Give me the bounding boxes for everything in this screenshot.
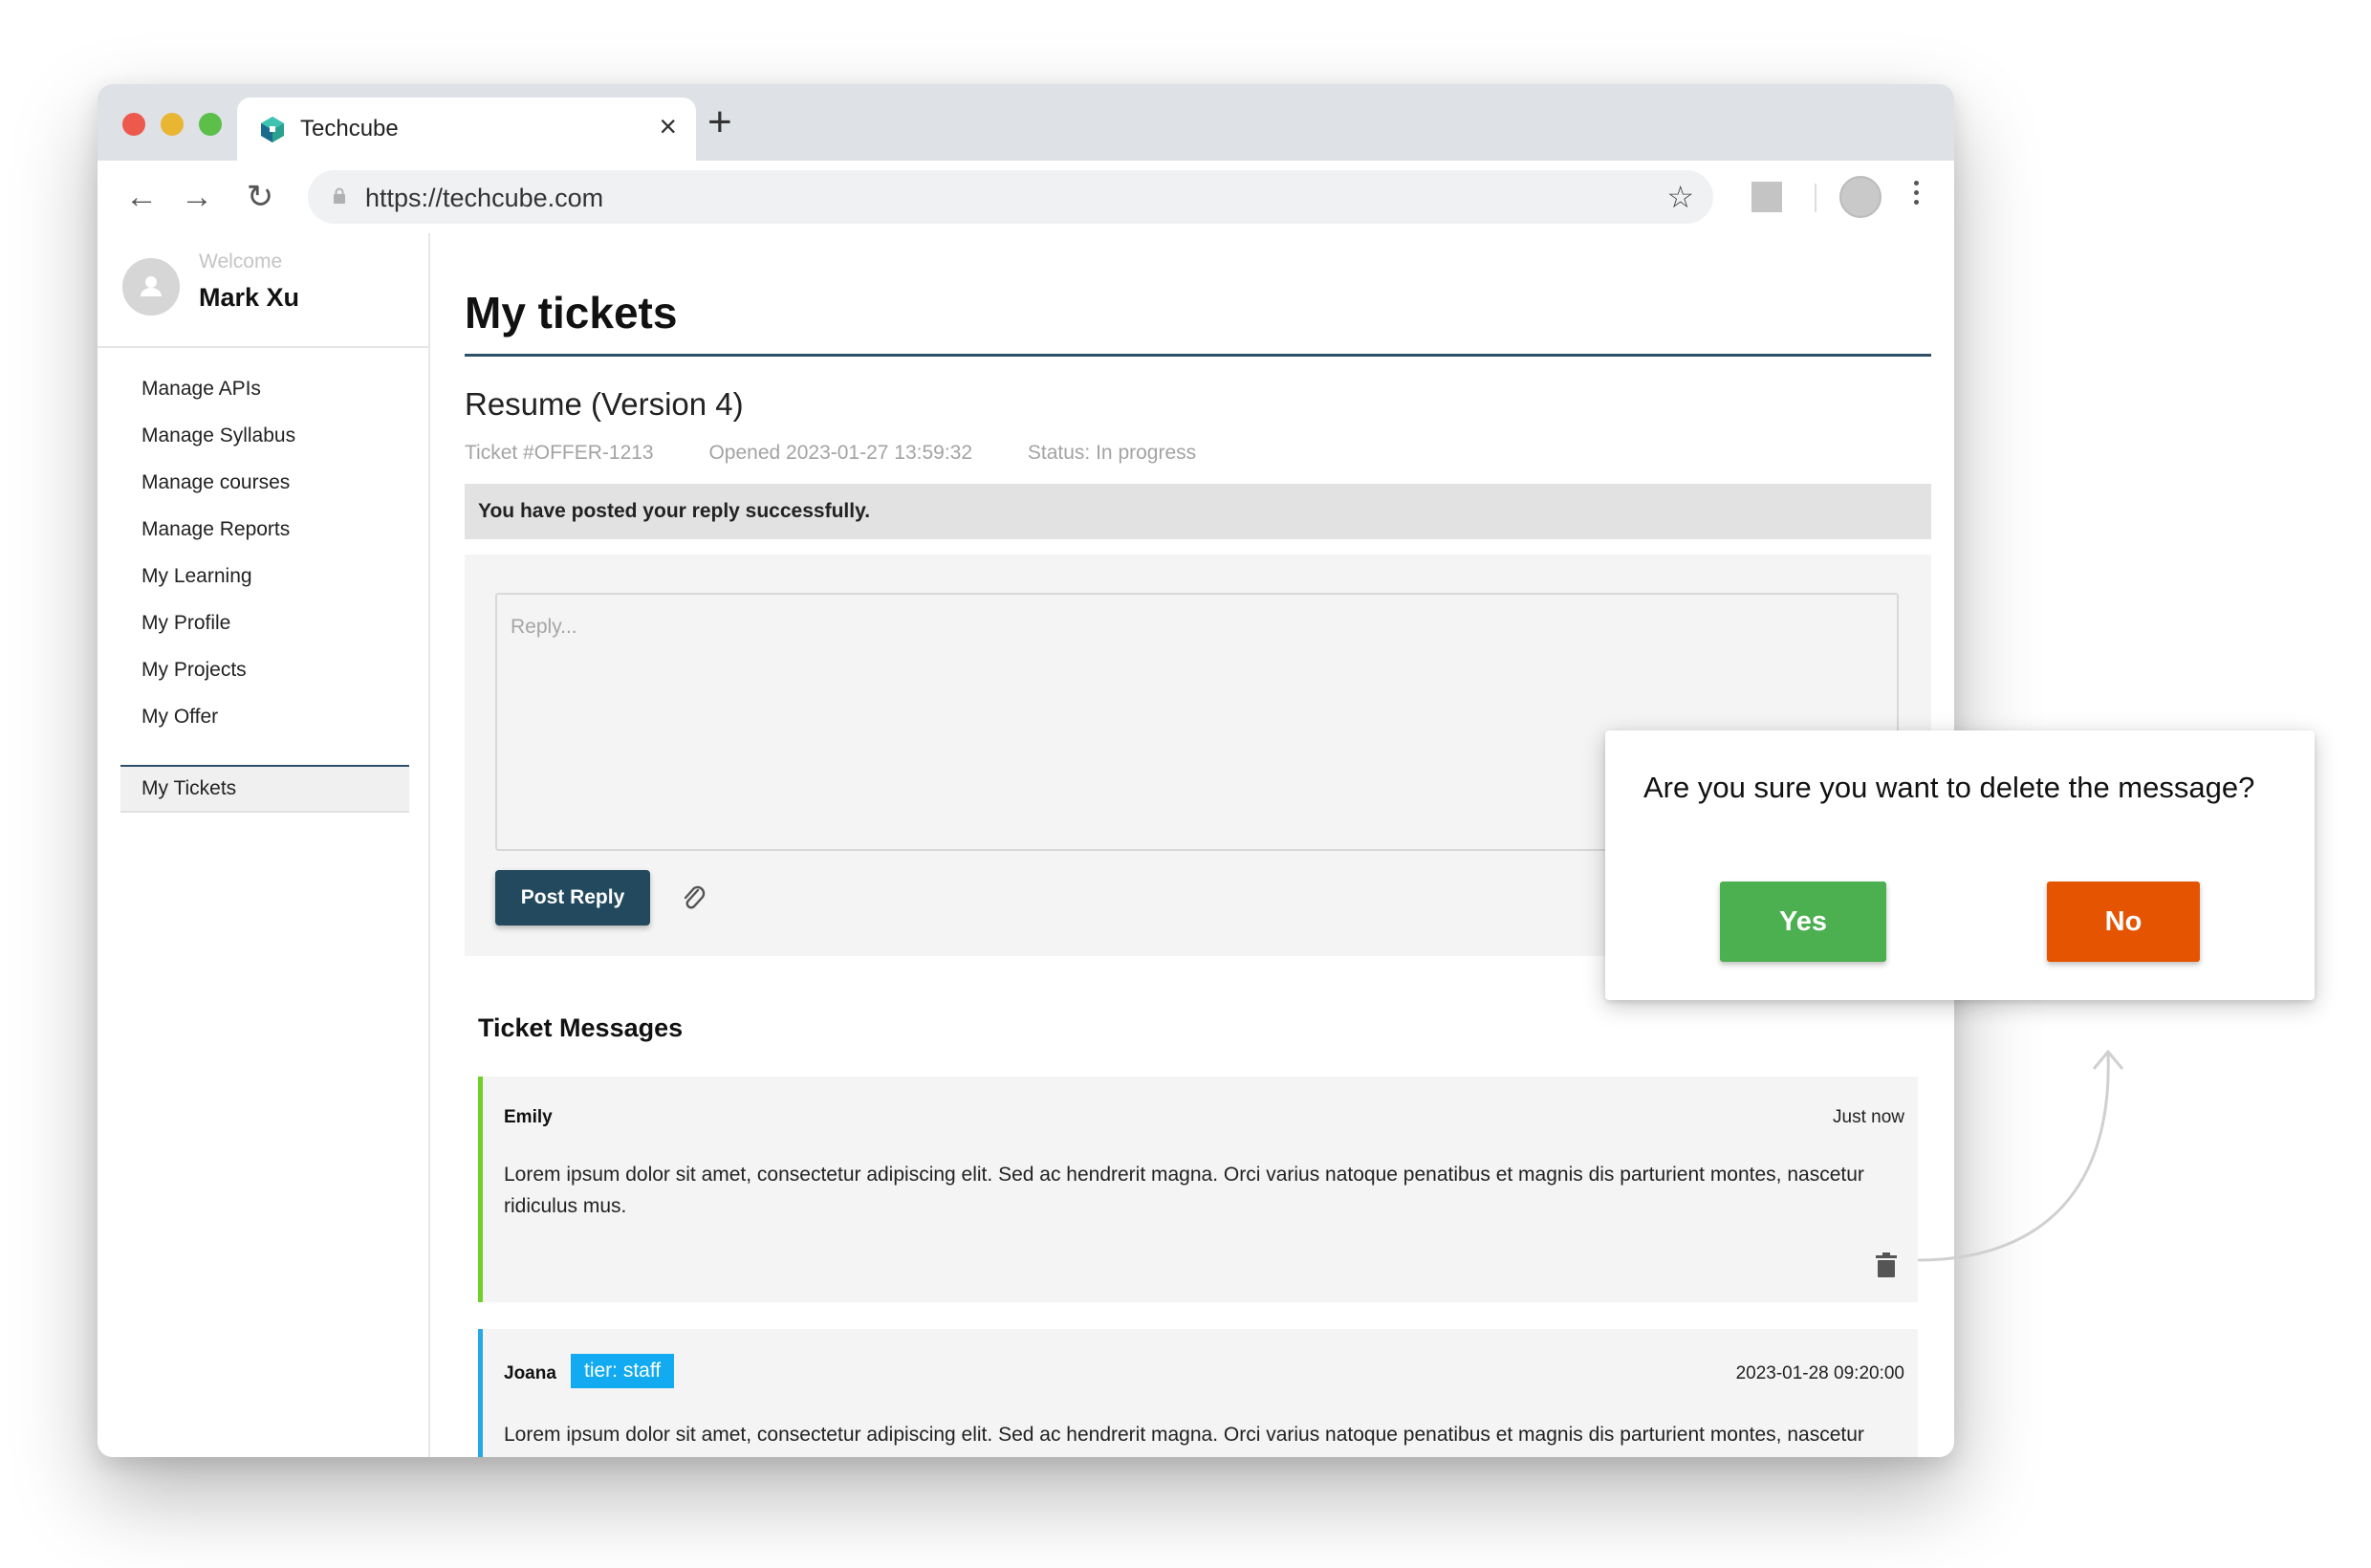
sidebar-item-my-learning[interactable]: My Learning xyxy=(141,564,295,611)
no-button[interactable]: No xyxy=(2047,882,2200,962)
tab-bar: Techcube × + xyxy=(98,84,1954,161)
sidebar: Welcome Mark Xu Manage APIs Manage Sylla… xyxy=(98,233,430,1457)
address-bar[interactable]: https://techcube.com ☆ xyxy=(308,170,1713,224)
sidebar-menu: Manage APIs Manage Syllabus Manage cours… xyxy=(141,377,295,751)
more-menu-icon[interactable] xyxy=(1910,176,1922,218)
yes-button[interactable]: Yes xyxy=(1720,882,1886,962)
message-time: 2023-01-28 09:20:00 xyxy=(1735,1363,1904,1383)
ticket-id: Ticket #OFFER-1213 xyxy=(465,442,654,464)
minimize-window-button[interactable] xyxy=(161,113,184,136)
message-card: Joana tier: staff 2023-01-28 09:20:00 Lo… xyxy=(478,1329,1918,1457)
success-banner: You have posted your reply successfully. xyxy=(465,484,1931,539)
ticket-title: Resume (Version 4) xyxy=(465,386,744,422)
message-card: Emily Just now Lorem ipsum dolor sit ame… xyxy=(478,1077,1918,1302)
ticket-meta: Ticket #OFFER-1213 Opened 2023-01-27 13:… xyxy=(465,442,1246,465)
post-reply-button[interactable]: Post Reply xyxy=(495,870,650,926)
page-title: My tickets xyxy=(465,288,678,338)
close-window-button[interactable] xyxy=(122,113,145,136)
close-tab-icon[interactable]: × xyxy=(659,111,677,142)
sidebar-item-my-profile[interactable]: My Profile xyxy=(141,611,295,658)
message-time: Just now xyxy=(1833,1107,1904,1127)
delete-confirm-dialog: Are you sure you want to delete the mess… xyxy=(1605,730,2315,1000)
forward-arrow-icon[interactable]: → xyxy=(178,178,216,216)
messages-heading: Ticket Messages xyxy=(478,1013,684,1042)
message-author: Emily xyxy=(504,1107,553,1127)
browser-toolbar: ← → ↻ https://techcube.com ☆ xyxy=(98,161,1954,233)
reload-icon[interactable]: ↻ xyxy=(241,178,279,216)
sidebar-item-my-tickets[interactable]: My Tickets xyxy=(120,765,409,813)
sidebar-item-manage-courses[interactable]: Manage courses xyxy=(141,470,295,517)
profile-avatar-icon[interactable] xyxy=(1839,176,1882,218)
techcube-logo-icon xyxy=(261,117,284,142)
trash-icon[interactable] xyxy=(1876,1252,1897,1277)
sidebar-item-manage-apis[interactable]: Manage APIs xyxy=(141,377,295,424)
new-tab-icon[interactable]: + xyxy=(707,101,732,143)
message-author: Joana xyxy=(504,1363,556,1383)
paperclip-icon[interactable] xyxy=(679,882,709,914)
back-arrow-icon[interactable]: ← xyxy=(122,178,161,216)
dialog-question: Are you sure you want to delete the mess… xyxy=(1643,771,2255,804)
browser-tab[interactable]: Techcube × xyxy=(237,98,696,161)
sidebar-divider xyxy=(98,346,428,348)
sidebar-item-my-projects[interactable]: My Projects xyxy=(141,658,295,705)
tab-title: Techcube xyxy=(300,116,399,142)
extension-icon[interactable] xyxy=(1751,182,1782,212)
toolbar-divider xyxy=(1815,184,1816,212)
maximize-window-button[interactable] xyxy=(199,113,222,136)
message-body: Lorem ipsum dolor sit amet, consectetur … xyxy=(504,1424,1864,1457)
bookmark-star-icon[interactable]: ☆ xyxy=(1666,182,1694,212)
ticket-status: Status: In progress xyxy=(1027,442,1197,464)
username: Mark Xu xyxy=(199,283,300,312)
tier-badge: tier: staff xyxy=(571,1354,675,1388)
url-text: https://techcube.com xyxy=(365,184,604,212)
user-avatar-icon xyxy=(122,258,180,316)
welcome-label: Welcome xyxy=(199,250,283,272)
sidebar-item-my-offer[interactable]: My Offer xyxy=(141,705,295,751)
ticket-opened: Opened 2023-01-27 13:59:32 xyxy=(708,442,973,464)
lock-icon xyxy=(334,187,345,204)
title-divider xyxy=(465,354,1931,357)
sidebar-item-manage-syllabus[interactable]: Manage Syllabus xyxy=(141,424,295,470)
message-body: Lorem ipsum dolor sit amet, consectetur … xyxy=(504,1164,1864,1217)
sidebar-item-manage-reports[interactable]: Manage Reports xyxy=(141,517,295,564)
